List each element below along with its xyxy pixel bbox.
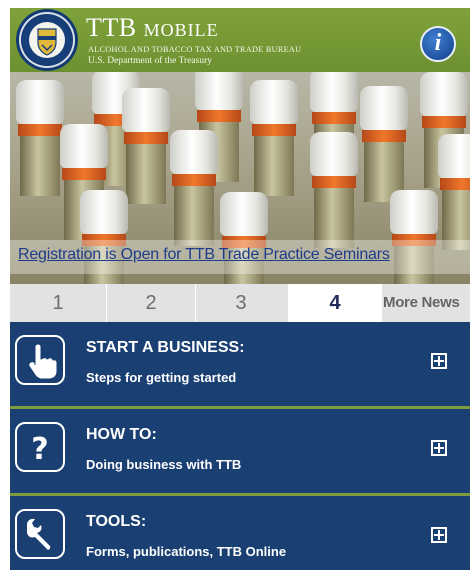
main-menu: START A BUSINESS: Steps for getting star… — [10, 322, 470, 570]
menu-item-tools[interactable]: TOOLS: Forms, publications, TTB Online — [10, 496, 470, 570]
agency-name: ALCOHOL AND TOBACCO TAX AND TRADE BUREAU — [88, 45, 302, 54]
question-mark-icon: ? — [15, 422, 65, 472]
svg-text:?: ? — [31, 432, 48, 467]
menu-item-how-to[interactable]: ? HOW TO: Doing business with TTB — [10, 409, 470, 493]
app-header: TTB MOBILE ALCOHOL AND TOBACCO TAX AND T… — [10, 8, 470, 72]
menu-item-description: Doing business with TTB — [86, 457, 242, 472]
page-2-button[interactable]: 2 — [107, 284, 195, 322]
expand-plus-icon[interactable] — [431, 353, 447, 369]
page-1-button[interactable]: 1 — [10, 284, 106, 322]
treasury-seal-icon — [19, 12, 75, 68]
wrench-icon — [15, 509, 65, 559]
app-frame: TTB MOBILE ALCOHOL AND TOBACCO TAX AND T… — [10, 8, 470, 570]
menu-item-label: START A BUSINESS: — [86, 339, 245, 356]
menu-item-description: Steps for getting started — [86, 370, 237, 385]
news-pager: 1 2 3 4 More News — [10, 284, 470, 322]
expand-plus-icon[interactable] — [431, 527, 447, 543]
app-title: TTB MOBILE — [86, 14, 219, 44]
news-headline-link[interactable]: Registration is Open for TTB Trade Pract… — [18, 246, 390, 264]
page-3-button[interactable]: 3 — [196, 284, 286, 322]
news-banner[interactable]: Registration is Open for TTB Trade Pract… — [10, 72, 470, 284]
department-name: U.S. Department of the Treasury — [88, 56, 213, 66]
menu-item-description: Forms, publications, TTB Online — [86, 544, 287, 559]
pointing-hand-icon — [15, 335, 65, 385]
expand-plus-icon[interactable] — [431, 440, 447, 456]
app-title-suffix: MOBILE — [143, 20, 219, 40]
info-icon-glyph: i — [434, 30, 442, 56]
page-4-button[interactable]: 4 — [288, 284, 382, 322]
info-icon[interactable]: i — [420, 26, 456, 62]
app-title-main: TTB — [86, 13, 137, 42]
more-news-link[interactable]: More News — [383, 284, 460, 322]
menu-item-label: HOW TO: — [86, 426, 157, 443]
menu-item-start-business[interactable]: START A BUSINESS: Steps for getting star… — [10, 322, 470, 406]
menu-item-label: TOOLS: — [86, 513, 147, 530]
